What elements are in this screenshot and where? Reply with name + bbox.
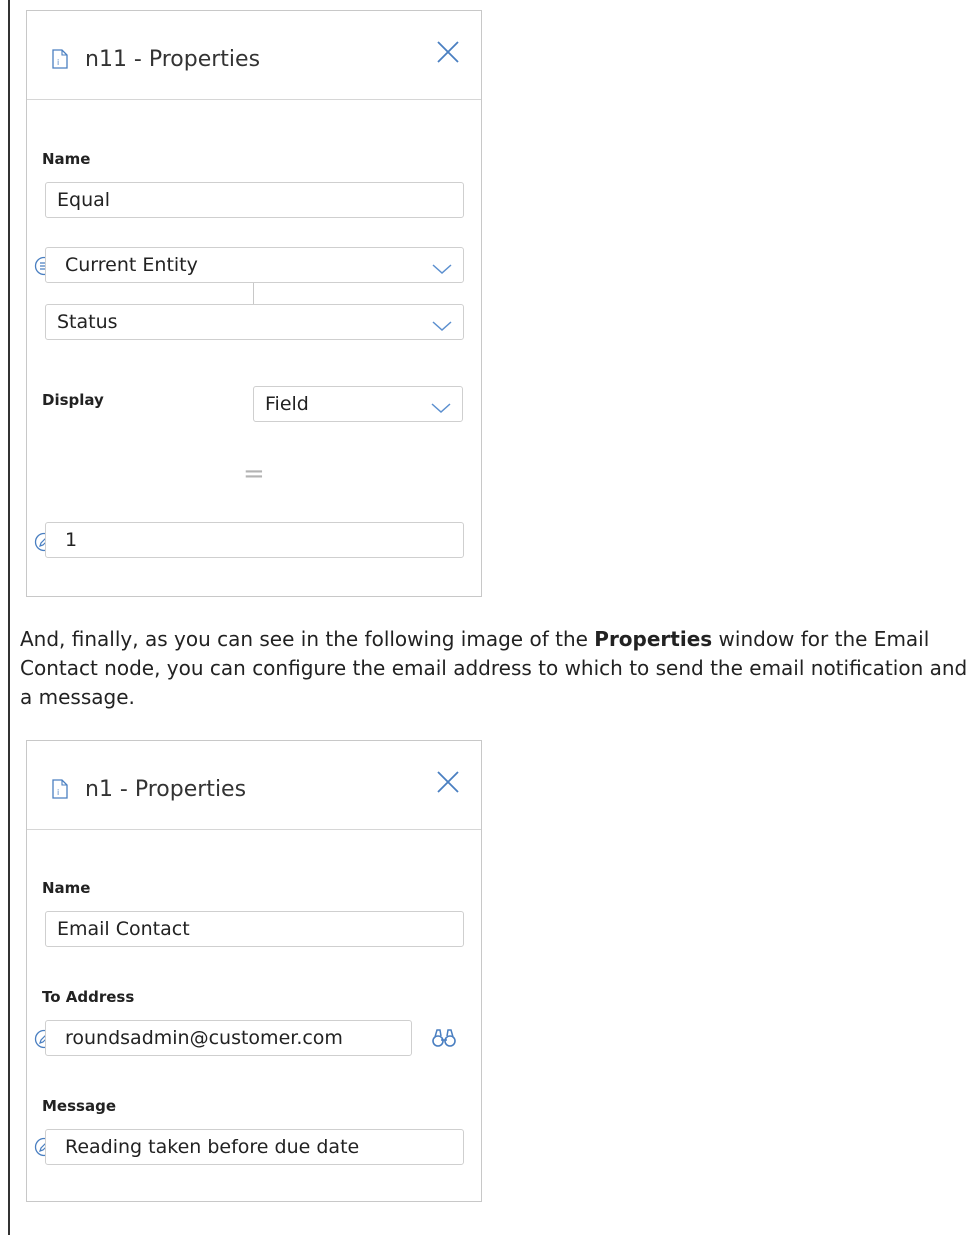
svg-text:i: i (57, 788, 59, 797)
panel-title: n11 - Properties (85, 47, 261, 72)
value-input[interactable]: 1 (45, 522, 464, 558)
close-icon[interactable] (435, 39, 461, 65)
name-label: Name (42, 879, 91, 897)
field-select[interactable]: Status (45, 304, 464, 340)
close-icon[interactable] (435, 769, 461, 795)
binoculars-icon[interactable] (431, 1028, 457, 1052)
svg-text:i: i (57, 58, 59, 67)
to-address-label: To Address (42, 988, 135, 1006)
properties-panel-n1: i n1 - Properties Name Email Contact To … (26, 740, 482, 1202)
message-value: Reading taken before due date (65, 1136, 360, 1158)
panel-header: i n1 - Properties (27, 741, 481, 830)
entity-select-value: Current Entity (65, 254, 198, 276)
field-connector-line (253, 283, 254, 304)
name-input-value: Equal (57, 189, 111, 211)
name-input[interactable]: Equal (45, 182, 464, 218)
to-address-input[interactable]: roundsadmin@customer.com (45, 1020, 412, 1056)
panel-header: i n11 - Properties (27, 11, 481, 100)
properties-panel-n11: i n11 - Properties Name Equal Current En… (26, 10, 482, 597)
display-label: Display (42, 391, 104, 409)
document-icon: i (52, 49, 68, 73)
chevron-down-icon (432, 260, 452, 279)
name-input[interactable]: Email Contact (45, 911, 464, 947)
display-select[interactable]: Field (253, 386, 463, 422)
to-address-value: roundsadmin@customer.com (65, 1027, 343, 1049)
paragraph-text: And, finally, as you can see in the foll… (20, 627, 595, 651)
name-label: Name (42, 150, 91, 168)
value-input-value: 1 (65, 529, 78, 551)
message-input[interactable]: Reading taken before due date (45, 1129, 464, 1165)
body-paragraph: And, finally, as you can see in the foll… (20, 625, 975, 712)
field-select-value: Status (57, 311, 118, 333)
operator-symbol: = (243, 459, 265, 489)
name-input-value: Email Contact (57, 918, 190, 940)
left-margin-rule (8, 0, 10, 1235)
paragraph-bold-text: Properties (594, 627, 713, 651)
panel-title: n1 - Properties (85, 777, 247, 802)
entity-select[interactable]: Current Entity (45, 247, 464, 283)
document-icon: i (52, 779, 68, 803)
message-label: Message (42, 1097, 116, 1115)
display-select-value: Field (265, 393, 309, 415)
chevron-down-icon (431, 399, 451, 418)
chevron-down-icon (432, 317, 452, 336)
